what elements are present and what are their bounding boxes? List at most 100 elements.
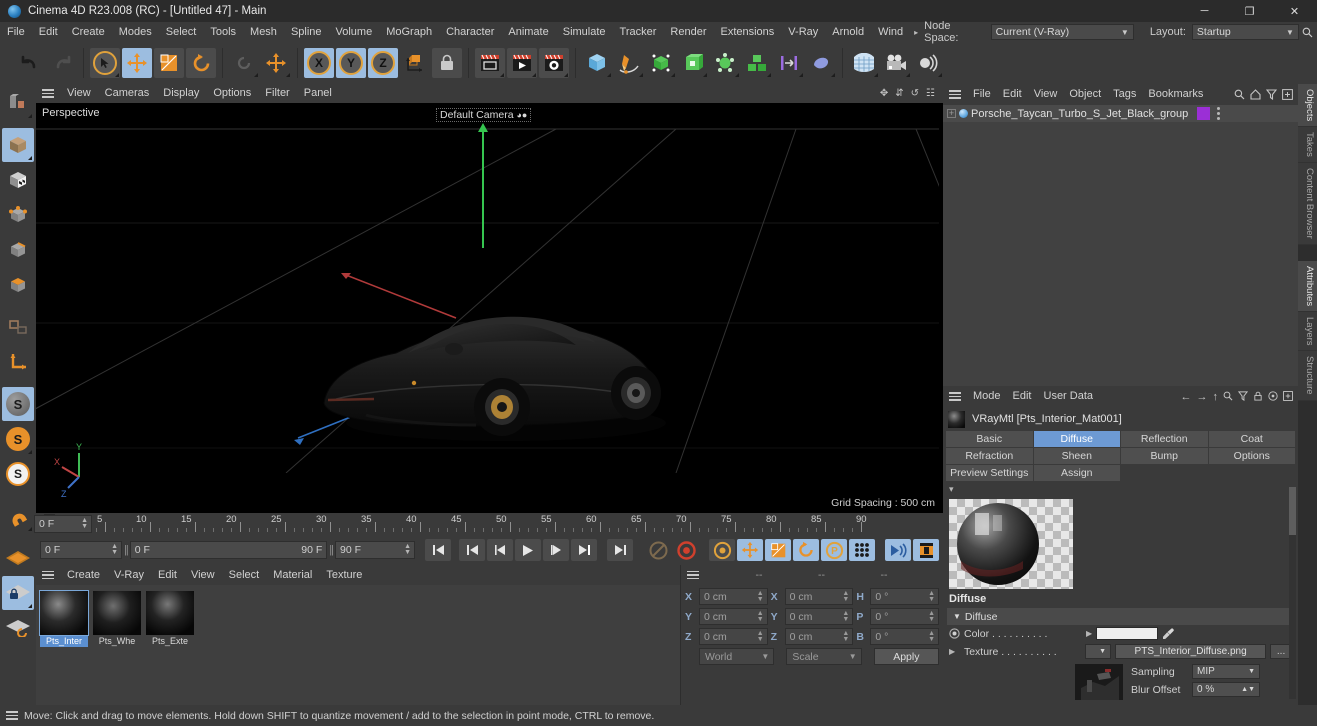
material-item-exterior[interactable]: Pts_Exte [146, 591, 194, 647]
vtab-layers[interactable]: Layers [1298, 312, 1317, 351]
next-frame-button[interactable] [543, 539, 569, 561]
render-settings-button[interactable] [539, 48, 569, 78]
tab-sheen[interactable]: Sheen [1034, 448, 1121, 464]
diffuse-group-header[interactable]: ▼ Diffuse [947, 608, 1294, 625]
move-dup-button[interactable] [261, 48, 291, 78]
attribute-menu-icon[interactable] [943, 392, 967, 401]
current-frame-field[interactable]: 0 F ▲▼ [34, 515, 92, 533]
menu-item-arnold[interactable]: Arnold [825, 22, 871, 42]
array-button[interactable] [774, 48, 804, 78]
up-arrow-icon[interactable]: ↑ [1213, 391, 1219, 403]
coord-field-size-z[interactable]: 0 cm▲▼ [785, 628, 854, 645]
render-view-button[interactable] [475, 48, 505, 78]
polygons-mode-icon[interactable] [2, 268, 34, 302]
viewport-menu-cameras[interactable]: Cameras [98, 84, 157, 103]
coord-field-pos-z[interactable]: 0 cm▲▼ [699, 628, 768, 645]
make-editable-icon[interactable] [2, 86, 34, 120]
object-menu-bookmarks[interactable]: Bookmarks [1142, 84, 1209, 105]
tab-bump[interactable]: Bump [1121, 448, 1208, 464]
menu-item-modes[interactable]: Modes [112, 22, 159, 42]
maximize-view-icon[interactable]: ☷ [926, 88, 935, 99]
range-grip-left-icon[interactable]: || [124, 544, 128, 556]
tab-options[interactable]: Options [1209, 448, 1296, 464]
viewport-3d[interactable]: Perspective Default Camera ◕● Grid Spaci… [36, 103, 943, 513]
vtab-content-browser[interactable]: Content Browser [1298, 163, 1317, 244]
blur-offset-field[interactable]: 0 %▲▼ [1192, 682, 1260, 697]
keyframe-settings-button[interactable] [709, 539, 735, 561]
object-axis-icon[interactable]: S [2, 422, 34, 456]
viewport-menu-panel[interactable]: Panel [297, 84, 339, 103]
status-menu-icon[interactable] [0, 711, 24, 720]
spinner-icon[interactable]: ▲▼ [757, 611, 764, 623]
search-icon[interactable] [1299, 27, 1317, 38]
coord-field-size-x[interactable]: 0 cm▲▼ [785, 588, 854, 605]
move-tool-button[interactable] [122, 48, 152, 78]
color-swatch[interactable] [1096, 627, 1158, 640]
material-item-wheel[interactable]: Pts_Whe [93, 591, 141, 647]
lock-axis-button[interactable] [432, 48, 462, 78]
add-icon[interactable] [1283, 391, 1293, 403]
undo-icon[interactable] [15, 48, 45, 78]
object-row-porsche-group[interactable]: + Porsche_Taycan_Turbo_S_Jet_Black_group [943, 105, 1298, 122]
timeline-end-field[interactable]: 90 F ▲▼ [335, 541, 415, 559]
redo-icon[interactable] [47, 48, 77, 78]
radio-icon[interactable] [949, 628, 960, 639]
menu-item-edit[interactable]: Edit [32, 22, 65, 42]
material-list[interactable]: Pts_Inter Pts_Whe Pts_Exte [36, 585, 680, 705]
coordinates-menu-icon[interactable] [681, 571, 756, 580]
coord-field-pos-y[interactable]: 0 cm▲▼ [699, 608, 768, 625]
axis-mode-icon[interactable] [2, 345, 34, 379]
selection-tool-button[interactable] [90, 48, 120, 78]
deformer-button[interactable] [678, 48, 708, 78]
material-menu-edit[interactable]: Edit [151, 565, 184, 585]
menu-item-extensions[interactable]: Extensions [713, 22, 781, 42]
home-icon[interactable] [1250, 89, 1261, 100]
texture-type-select[interactable]: ▼ [1085, 644, 1111, 659]
material-item-interior[interactable]: Pts_Inter [40, 591, 88, 647]
viewport-menu-display[interactable]: Display [156, 84, 206, 103]
sampling-select[interactable]: MIP▼ [1192, 664, 1260, 679]
next-key-button[interactable] [571, 539, 597, 561]
spinner-icon[interactable]: ▲▼ [928, 591, 935, 603]
coord-field-rot-p[interactable]: 0 °▲▼ [870, 608, 939, 625]
spinner-icon[interactable]: ▲▼ [404, 544, 411, 556]
render-queue-button[interactable] [507, 48, 537, 78]
axis-y-button[interactable]: Y [336, 48, 366, 78]
eyedropper-icon[interactable] [1162, 627, 1175, 640]
spinner-icon[interactable]: ▲▼ [928, 631, 935, 643]
vtab-structure[interactable]: Structure [1298, 351, 1317, 400]
scale-view-icon[interactable]: ⇵ [895, 88, 903, 99]
vtab-attributes[interactable]: Attributes [1298, 261, 1317, 311]
enable-axis-icon[interactable]: S [2, 387, 34, 421]
rotate-view-icon[interactable]: ↺ [911, 88, 919, 99]
snap-magnet-icon[interactable] [2, 499, 34, 533]
minimize-button[interactable]: ─ [1182, 0, 1227, 22]
prev-frame-button[interactable] [487, 539, 513, 561]
target-icon[interactable] [1268, 391, 1278, 403]
workplane-icon[interactable] [2, 541, 34, 575]
timeline-range-bar[interactable]: 0 F 90 F [130, 541, 328, 559]
spinner-icon[interactable]: ▲▼ [757, 591, 764, 603]
timeline-start-field[interactable]: 0 F ▲▼ [40, 541, 122, 559]
chevron-right-icon[interactable]: ▶ [949, 647, 960, 656]
object-menu-object[interactable]: Object [1063, 84, 1107, 105]
menu-item-file[interactable]: File [0, 22, 32, 42]
material-tag-icon[interactable] [1197, 107, 1210, 120]
coord-system-select[interactable]: World▼ [699, 648, 774, 665]
menu-item-spline[interactable]: Spline [284, 22, 329, 42]
coord-mode-select[interactable]: Scale▼ [786, 648, 861, 665]
attribute-menu-edit[interactable]: Edit [1007, 386, 1038, 407]
uv-mode-icon[interactable] [2, 310, 34, 344]
collapse-caret-icon[interactable]: ▾ [943, 484, 1298, 495]
tab-basic[interactable]: Basic [946, 431, 1033, 447]
rotate-tool-button[interactable] [186, 48, 216, 78]
coord-field-size-y[interactable]: 0 cm▲▼ [785, 608, 854, 625]
filter-icon[interactable] [1266, 89, 1277, 100]
menu-item-window[interactable]: Wind [871, 22, 910, 42]
tab-preview-settings[interactable]: Preview Settings [946, 465, 1033, 481]
axis-x-button[interactable]: X [304, 48, 334, 78]
menu-item-vray[interactable]: V-Ray [781, 22, 825, 42]
viewport-menu-filter[interactable]: Filter [258, 84, 296, 103]
generator-button[interactable] [646, 48, 676, 78]
search-icon[interactable] [1234, 89, 1245, 100]
